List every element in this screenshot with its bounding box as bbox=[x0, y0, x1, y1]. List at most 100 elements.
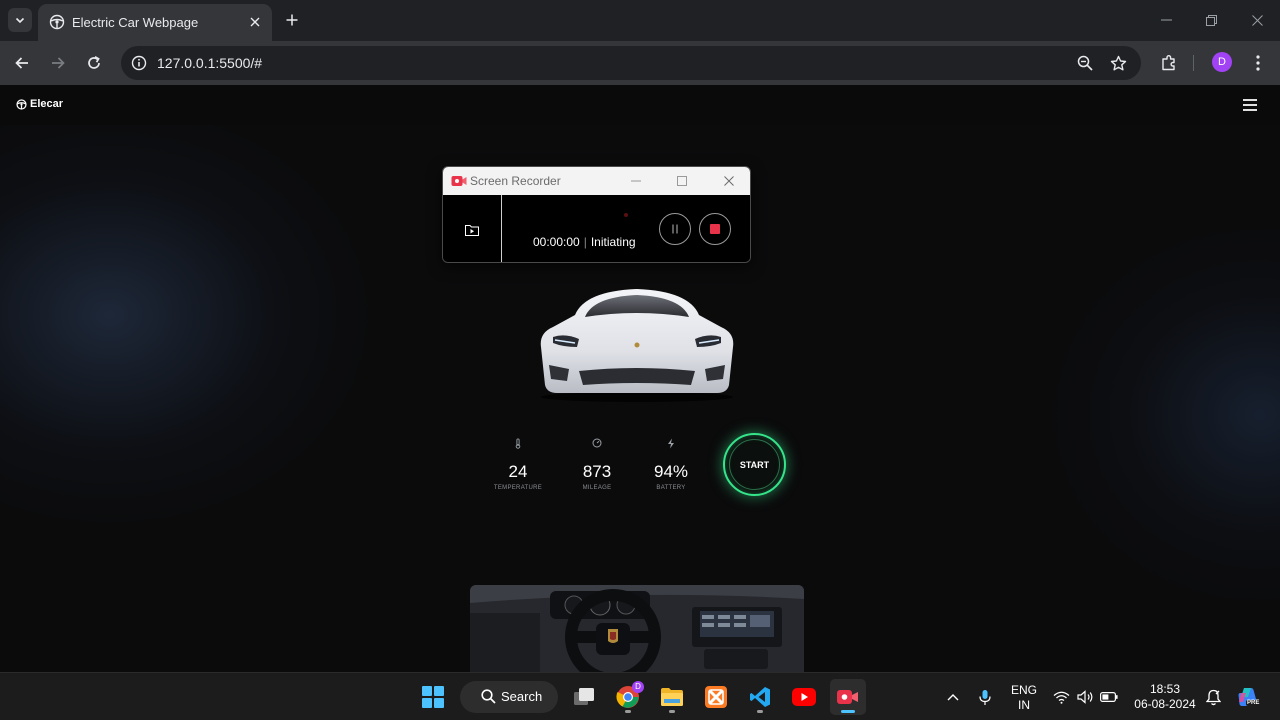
puzzle-icon bbox=[1162, 55, 1175, 71]
window-close-button[interactable] bbox=[1237, 8, 1277, 32]
taskbar-chrome[interactable]: D bbox=[610, 679, 646, 715]
stat-value: 24 bbox=[508, 462, 528, 481]
car-interior-image bbox=[470, 585, 804, 672]
window-restore-button[interactable] bbox=[1191, 8, 1231, 32]
vscode-icon bbox=[750, 687, 770, 707]
taskbar-screen-recorder[interactable] bbox=[830, 679, 866, 715]
clock[interactable]: 18:53 06-08-2024 bbox=[1130, 682, 1200, 712]
speaker-icon bbox=[1076, 690, 1092, 704]
browser-menu-button[interactable] bbox=[1248, 53, 1268, 73]
site-logo-link[interactable]: Elecar bbox=[16, 98, 63, 110]
battery-icon bbox=[1100, 692, 1118, 702]
video-folder-icon bbox=[465, 224, 479, 236]
arrow-left-icon bbox=[15, 57, 28, 69]
info-icon bbox=[131, 55, 147, 71]
taskbar-file-explorer[interactable] bbox=[654, 679, 690, 715]
recorder-close-button[interactable] bbox=[714, 171, 744, 191]
language-region: IN bbox=[1018, 698, 1030, 712]
language-code: ENG bbox=[1010, 683, 1037, 697]
lightning-icon bbox=[668, 438, 674, 449]
reload-button[interactable] bbox=[80, 49, 108, 77]
close-icon bbox=[250, 17, 260, 27]
active-indicator bbox=[841, 710, 855, 713]
thermometer-icon bbox=[515, 438, 521, 449]
task-view-button[interactable] bbox=[566, 679, 602, 715]
forward-button[interactable] bbox=[44, 49, 72, 77]
recording-indicator-dot bbox=[624, 213, 628, 217]
pause-recording-button[interactable] bbox=[659, 213, 691, 245]
star-icon bbox=[1110, 55, 1126, 70]
input-language[interactable]: ENG IN bbox=[1008, 683, 1040, 713]
toolbar-separator bbox=[1193, 55, 1194, 71]
search-icon bbox=[481, 689, 496, 704]
recording-status: Initiating bbox=[590, 235, 636, 249]
windows-logo-icon bbox=[422, 686, 444, 708]
site-logo-text: Elecar bbox=[30, 98, 64, 110]
stat-value: 94% bbox=[653, 462, 689, 481]
battery-button[interactable] bbox=[1100, 688, 1118, 706]
taskbar-search[interactable]: Search bbox=[460, 681, 558, 713]
new-tab-button[interactable] bbox=[281, 9, 303, 31]
recorder-maximize-button[interactable] bbox=[667, 171, 697, 191]
bookmark-button[interactable] bbox=[1108, 53, 1128, 73]
recordings-folder-button[interactable] bbox=[443, 195, 502, 262]
pause-icon bbox=[672, 224, 678, 234]
tab-close-button[interactable] bbox=[246, 13, 264, 31]
maximize-icon bbox=[677, 176, 687, 186]
minimize-icon bbox=[631, 180, 641, 182]
zoom-button[interactable] bbox=[1075, 53, 1095, 73]
stat-temperature: 24 TEMPERATURE bbox=[478, 438, 558, 491]
taskbar-youtube[interactable] bbox=[786, 679, 822, 715]
window-minimize-button[interactable] bbox=[1146, 8, 1186, 32]
wifi-icon bbox=[1053, 691, 1069, 704]
volume-button[interactable] bbox=[1076, 688, 1094, 706]
page-viewport: Elecar 24 TEMPERATURE 873 MILEAGE 94% BA… bbox=[0, 85, 1280, 672]
site-info-button[interactable] bbox=[129, 53, 149, 73]
start-button[interactable]: START bbox=[723, 433, 786, 496]
notification-bell-icon bbox=[1205, 689, 1221, 705]
arrow-right-icon bbox=[52, 57, 65, 69]
chevron-up-icon bbox=[947, 694, 959, 701]
close-icon bbox=[1251, 14, 1263, 26]
taskbar-xampp[interactable] bbox=[698, 679, 734, 715]
recorder-minimize-button[interactable] bbox=[621, 171, 651, 191]
taskbar-vscode[interactable] bbox=[742, 679, 778, 715]
screen-recorder-body: 00:00:00 | Initiating bbox=[443, 195, 750, 262]
steering-wheel-icon bbox=[16, 98, 27, 110]
back-button[interactable] bbox=[8, 49, 36, 77]
stat-mileage: 873 MILEAGE bbox=[557, 438, 637, 491]
notifications-button[interactable] bbox=[1204, 688, 1222, 706]
browser-tab[interactable]: Electric Car Webpage bbox=[38, 4, 272, 41]
network-button[interactable] bbox=[1052, 688, 1070, 706]
browser-tab-strip: Electric Car Webpage bbox=[0, 0, 1280, 41]
microphone-button[interactable] bbox=[976, 688, 994, 706]
profile-avatar[interactable]: D bbox=[1212, 52, 1232, 72]
taskbar-search-label: Search bbox=[501, 689, 543, 704]
background-glow-right bbox=[1050, 225, 1280, 605]
copilot-pre-badge: PRE bbox=[1246, 700, 1261, 706]
stat-value: 873 bbox=[582, 462, 612, 481]
hamburger-menu-icon[interactable] bbox=[1242, 98, 1258, 112]
copilot-button[interactable]: PRE bbox=[1236, 685, 1261, 709]
stop-icon bbox=[710, 224, 720, 234]
reload-icon bbox=[88, 56, 100, 69]
tab-search-button[interactable] bbox=[8, 8, 32, 32]
restore-icon bbox=[1205, 14, 1217, 26]
start-menu-button[interactable] bbox=[415, 679, 451, 715]
plus-icon bbox=[286, 14, 298, 26]
start-button-label: START bbox=[739, 459, 770, 470]
steering-wheel-icon bbox=[49, 14, 65, 30]
kebab-menu-icon bbox=[1256, 55, 1260, 71]
timer-separator: | bbox=[583, 235, 587, 249]
background-glow-left bbox=[0, 105, 370, 525]
recording-timer: 00:00:00 | Initiating bbox=[533, 235, 636, 249]
screen-recorder-titlebar[interactable]: Screen Recorder bbox=[443, 167, 750, 195]
start-button-ring: START bbox=[729, 439, 780, 490]
show-hidden-icons-button[interactable] bbox=[944, 688, 962, 706]
stat-label: TEMPERATURE bbox=[493, 485, 543, 491]
address-bar[interactable]: 127.0.0.1:5500/# bbox=[121, 46, 1141, 80]
stop-recording-button[interactable] bbox=[699, 213, 731, 245]
url-text[interactable]: 127.0.0.1:5500/# bbox=[157, 55, 262, 71]
close-icon bbox=[724, 176, 734, 186]
extensions-button[interactable] bbox=[1159, 53, 1179, 73]
